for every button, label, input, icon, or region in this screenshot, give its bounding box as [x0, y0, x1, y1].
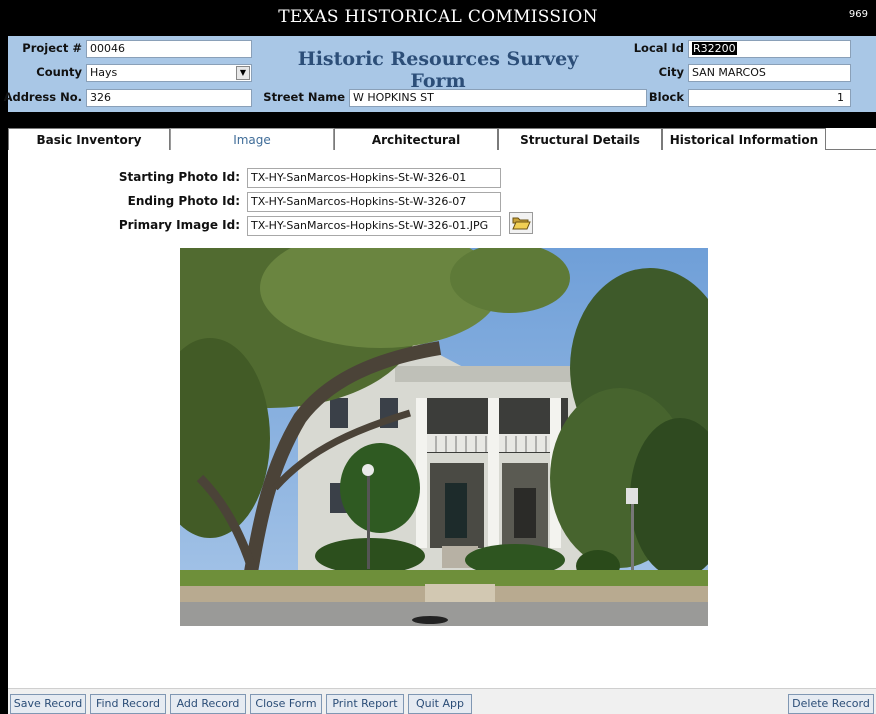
city-label: City	[658, 65, 684, 79]
starting-photo-field[interactable]: TX-HY-SanMarcos-Hopkins-St-W-326-01	[247, 168, 501, 188]
local-id-field[interactable]: R32200	[688, 40, 851, 58]
tab-structural-details[interactable]: Structural Details	[498, 128, 662, 150]
primary-image-label: Primary Image Id:	[118, 218, 240, 232]
folder-open-icon	[512, 217, 531, 230]
tab-image[interactable]: Image	[170, 128, 334, 150]
record-number: 969	[848, 9, 868, 20]
print-report-button[interactable]: Print Report	[326, 694, 404, 714]
action-bar: Save Record Find Record Add Record Close…	[8, 688, 876, 714]
local-id-value: R32200	[692, 42, 737, 55]
city-field[interactable]: SAN MARCOS	[688, 64, 851, 82]
browse-folder-button[interactable]	[509, 212, 533, 234]
street-label: Street Name	[263, 90, 345, 104]
quit-app-button[interactable]: Quit App	[408, 694, 472, 714]
local-id-label: Local Id	[633, 41, 684, 55]
record-header: Project # 00046 County Hays ▼ Address No…	[4, 36, 876, 112]
close-form-button[interactable]: Close Form	[250, 694, 322, 714]
primary-image-field[interactable]: TX-HY-SanMarcos-Hopkins-St-W-326-01.JPG	[247, 216, 501, 236]
ending-photo-field[interactable]: TX-HY-SanMarcos-Hopkins-St-W-326-07	[247, 192, 501, 212]
tab-historical-information[interactable]: Historical Information	[662, 128, 826, 150]
block-label: Block	[648, 90, 684, 104]
county-value: Hays	[90, 66, 118, 79]
primary-image-photo	[180, 248, 708, 626]
tab-architectural-description[interactable]: Architectural Description	[334, 128, 498, 169]
tab-bar: Basic Inventory Image Architectural Desc…	[8, 128, 876, 169]
starting-photo-label: Starting Photo Id:	[118, 170, 240, 184]
form-title: Historic Resources Survey Form	[297, 48, 579, 92]
chevron-down-icon[interactable]: ▼	[236, 66, 250, 80]
window-title: TEXAS HISTORICAL COMMISSION	[278, 7, 598, 27]
image-tab-panel: Starting Photo Id: TX-HY-SanMarcos-Hopki…	[8, 150, 876, 688]
find-record-button[interactable]: Find Record	[90, 694, 166, 714]
tab-basic-inventory[interactable]: Basic Inventory	[8, 128, 170, 150]
delete-record-button[interactable]: Delete Record	[788, 694, 874, 714]
ending-photo-label: Ending Photo Id:	[127, 194, 240, 208]
project-label: Project #	[22, 41, 82, 55]
county-label: County	[36, 65, 82, 79]
add-record-button[interactable]: Add Record	[170, 694, 246, 714]
county-select[interactable]: Hays ▼	[86, 64, 252, 82]
save-record-button[interactable]: Save Record	[10, 694, 86, 714]
title-bar: TEXAS HISTORICAL COMMISSION 969	[0, 0, 876, 36]
address-field[interactable]: 326	[86, 89, 252, 107]
street-field[interactable]: W HOPKINS ST	[349, 89, 647, 107]
block-field[interactable]: 1	[688, 89, 851, 107]
project-field[interactable]: 00046	[86, 40, 252, 58]
address-label: Address No.	[3, 90, 82, 104]
